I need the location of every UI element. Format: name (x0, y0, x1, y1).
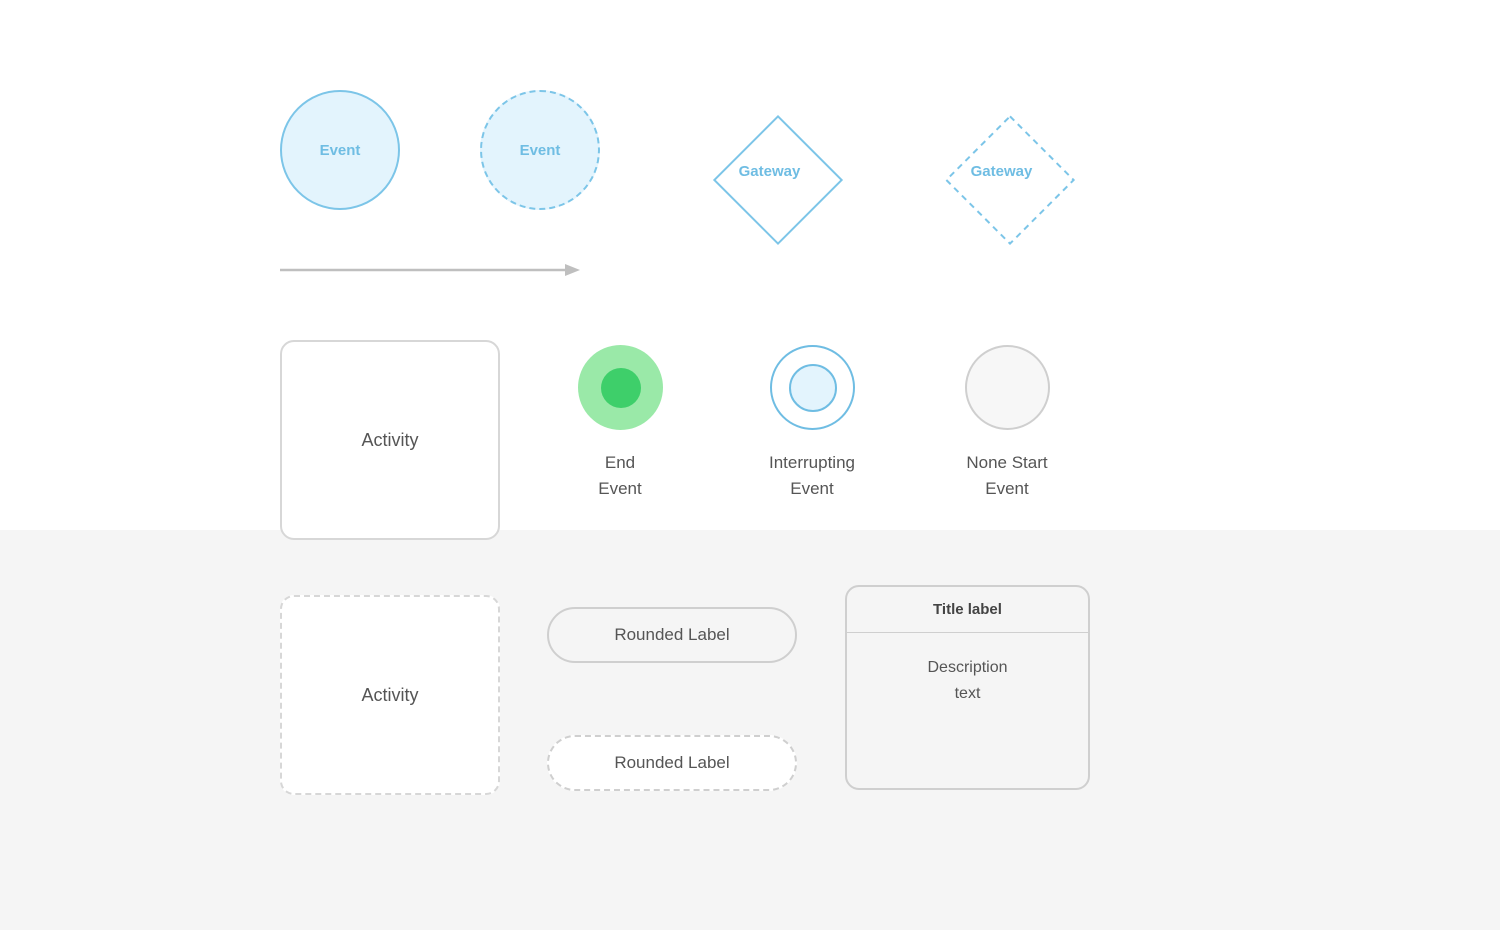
arrow-icon (280, 260, 580, 280)
title-description-card[interactable]: Title label Descriptiontext (845, 585, 1090, 790)
none-start-event-shape[interactable] (965, 345, 1050, 430)
interrupting-inner-circle (789, 364, 837, 412)
rounded-label-solid-text: Rounded Label (614, 625, 729, 645)
bpmn-shape-palette: Event Event Gateway Gateway Activity End… (0, 0, 1500, 930)
gateway-solid-label: Gateway (739, 163, 801, 180)
interrupting-outer-circle (770, 345, 855, 430)
title-card-header: Title label (847, 587, 1088, 633)
end-event-caption: EndEvent (550, 450, 690, 501)
title-card-body: Descriptiontext (847, 633, 1088, 788)
none-start-caption: None StartEvent (937, 450, 1077, 501)
activity-solid-label: Activity (361, 430, 418, 451)
gateway-solid-shape[interactable]: Gateway (693, 95, 828, 230)
event-solid-shape[interactable]: Event (280, 90, 400, 210)
none-start-circle (965, 345, 1050, 430)
interrupting-event-shape[interactable] (770, 345, 855, 430)
end-event-shape[interactable] (578, 345, 663, 430)
end-event-outer-circle (578, 345, 663, 430)
event-dashed-label: Event (520, 142, 561, 159)
rounded-label-dashed-text: Rounded Label (614, 753, 729, 773)
rounded-label-solid-shape[interactable]: Rounded Label (547, 607, 797, 663)
event-solid-label: Event (320, 142, 361, 159)
activity-dashed-shape[interactable]: Activity (280, 595, 500, 795)
gateway-dashed-shape[interactable]: Gateway (925, 95, 1060, 230)
gateway-dashed-label: Gateway (971, 163, 1033, 180)
activity-solid-shape[interactable]: Activity (280, 340, 500, 540)
sequence-flow-arrow[interactable] (280, 260, 580, 280)
end-event-inner-circle (601, 368, 641, 408)
activity-dashed-label: Activity (361, 685, 418, 706)
rounded-label-dashed-shape[interactable]: Rounded Label (547, 735, 797, 791)
interrupting-event-caption: InterruptingEvent (742, 450, 882, 501)
event-dashed-shape[interactable]: Event (480, 90, 600, 210)
